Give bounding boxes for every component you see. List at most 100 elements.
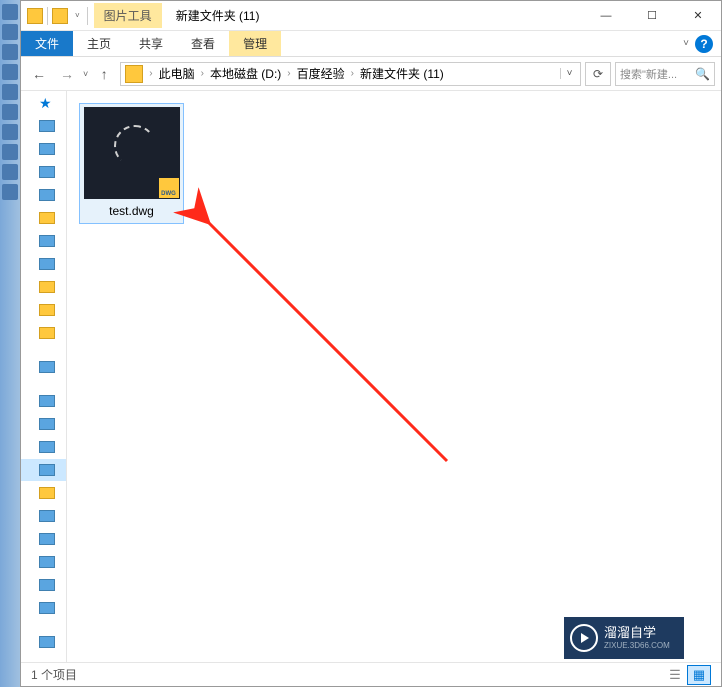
folder-icon [39, 258, 55, 270]
details-view-button[interactable]: ☰ [663, 665, 687, 685]
item-count-label: 1 个项目 [31, 666, 77, 683]
sidebar-item[interactable] [21, 138, 66, 160]
star-icon: ★ [39, 95, 53, 112]
breadcrumb-segment[interactable]: 百度经验 [295, 65, 347, 82]
sidebar-this-pc[interactable] [21, 390, 66, 412]
sidebar-item[interactable] [21, 482, 66, 504]
share-tab[interactable]: 共享 [125, 31, 177, 56]
up-button[interactable]: ↑ [92, 62, 116, 86]
folder-icon [39, 602, 55, 614]
window-title: 新建文件夹 (11) [162, 7, 583, 24]
folder-icon [39, 166, 55, 178]
sidebar-item[interactable] [21, 413, 66, 435]
manage-tab[interactable]: 管理 [229, 31, 281, 56]
folder-icon [39, 212, 55, 224]
quick-access-toolbar: ˅ [21, 7, 94, 25]
folder-icon [39, 579, 55, 591]
desktop-background-edge [0, 0, 20, 687]
folder-icon [39, 464, 55, 476]
play-icon [570, 624, 598, 652]
folder-icon [39, 189, 55, 201]
sidebar-item[interactable] [21, 574, 66, 596]
sidebar-item[interactable] [21, 597, 66, 619]
history-dropdown-icon[interactable]: ˅ [83, 69, 88, 79]
sidebar-item[interactable] [21, 230, 66, 252]
folder-icon [39, 235, 55, 247]
breadcrumb-segment[interactable]: 新建文件夹 (11) [358, 65, 446, 82]
folder-icon [39, 120, 55, 132]
help-icon[interactable]: ? [695, 35, 713, 53]
sidebar-item-selected[interactable] [21, 459, 66, 481]
search-input[interactable]: 搜索"新建... 🔍 [615, 62, 715, 86]
sidebar-item[interactable] [21, 528, 66, 550]
chevron-right-icon[interactable]: › [145, 68, 156, 79]
sidebar-item[interactable] [21, 161, 66, 183]
folder-icon [39, 418, 55, 430]
folder-icon [39, 556, 55, 568]
file-name-label: test.dwg [83, 199, 180, 220]
folder-icon[interactable] [27, 8, 43, 24]
view-tab[interactable]: 查看 [177, 31, 229, 56]
folder-icon [39, 441, 55, 453]
status-bar: 1 个项目 ☰ ▦ [21, 662, 721, 686]
sidebar-item[interactable] [21, 505, 66, 527]
breadcrumb-segment[interactable]: 此电脑 [157, 65, 197, 82]
close-button[interactable]: ✕ [675, 1, 721, 31]
sidebar-item[interactable] [21, 322, 66, 344]
file-item-selected[interactable]: DWG test.dwg [79, 103, 184, 224]
pc-icon [39, 361, 55, 373]
breadcrumb-segment[interactable]: 本地磁盘 (D:) [208, 65, 283, 82]
sidebar-item[interactable] [21, 356, 66, 378]
folder-icon [39, 304, 55, 316]
qat-dropdown-icon[interactable]: ˅ [72, 11, 83, 20]
folder-icon [39, 510, 55, 522]
folder-icon [125, 65, 143, 83]
folder-icon [39, 636, 55, 648]
ribbon-tabs: 文件 主页 共享 查看 管理 ˅ ? [21, 31, 721, 57]
sidebar-item[interactable] [21, 551, 66, 573]
address-dropdown-icon[interactable]: ˅ [560, 68, 578, 79]
contextual-tab-label: 图片工具 [94, 3, 162, 28]
back-button[interactable]: ← [27, 62, 51, 86]
navigation-pane[interactable]: ★ [21, 91, 67, 662]
sidebar-item[interactable] [21, 184, 66, 206]
thumbnails-view-button[interactable]: ▦ [687, 665, 711, 685]
watermark-subtitle: ZIXUE.3D66.COM [604, 641, 670, 650]
file-list-area[interactable]: DWG test.dwg [67, 91, 721, 662]
pc-icon [39, 395, 55, 407]
ribbon-collapse-icon[interactable]: ˅ [683, 38, 689, 49]
file-explorer-window: ˅ 图片工具 新建文件夹 (11) — ☐ ✕ 文件 主页 共享 查看 管理 ˅… [20, 0, 722, 687]
chevron-right-icon[interactable]: › [347, 68, 358, 79]
folder-icon [39, 487, 55, 499]
sidebar-item[interactable] [21, 631, 66, 653]
search-icon: 🔍 [695, 67, 710, 81]
folder-icon[interactable] [52, 8, 68, 24]
search-placeholder: 搜索"新建... [620, 66, 691, 82]
watermark-title: 溜溜自学 [604, 626, 670, 640]
sidebar-item[interactable] [21, 115, 66, 137]
navigation-bar: ← → ˅ ↑ › 此电脑 › 本地磁盘 (D:) › 百度经验 › 新建文件夹… [21, 57, 721, 91]
sidebar-item[interactable] [21, 299, 66, 321]
file-thumbnail: DWG [84, 107, 180, 199]
maximize-button[interactable]: ☐ [629, 1, 675, 31]
chevron-right-icon[interactable]: › [283, 68, 294, 79]
folder-icon [39, 327, 55, 339]
sidebar-item[interactable] [21, 276, 66, 298]
sidebar-item[interactable] [21, 436, 66, 458]
folder-icon [39, 533, 55, 545]
minimize-button[interactable]: — [583, 1, 629, 31]
sidebar-item[interactable] [21, 207, 66, 229]
folder-icon [39, 143, 55, 155]
watermark-badge: 溜溜自学 ZIXUE.3D66.COM [564, 617, 684, 659]
sidebar-quick-access[interactable]: ★ [21, 92, 66, 114]
file-tab[interactable]: 文件 [21, 31, 73, 56]
dwg-badge-icon: DWG [159, 178, 179, 198]
address-bar[interactable]: › 此电脑 › 本地磁盘 (D:) › 百度经验 › 新建文件夹 (11) ˅ [120, 62, 581, 86]
sidebar-item[interactable] [21, 253, 66, 275]
folder-icon [39, 281, 55, 293]
title-bar[interactable]: ˅ 图片工具 新建文件夹 (11) — ☐ ✕ [21, 1, 721, 31]
forward-button[interactable]: → [55, 62, 79, 86]
home-tab[interactable]: 主页 [73, 31, 125, 56]
chevron-right-icon[interactable]: › [197, 68, 208, 79]
refresh-button[interactable]: ⟳ [585, 62, 611, 86]
